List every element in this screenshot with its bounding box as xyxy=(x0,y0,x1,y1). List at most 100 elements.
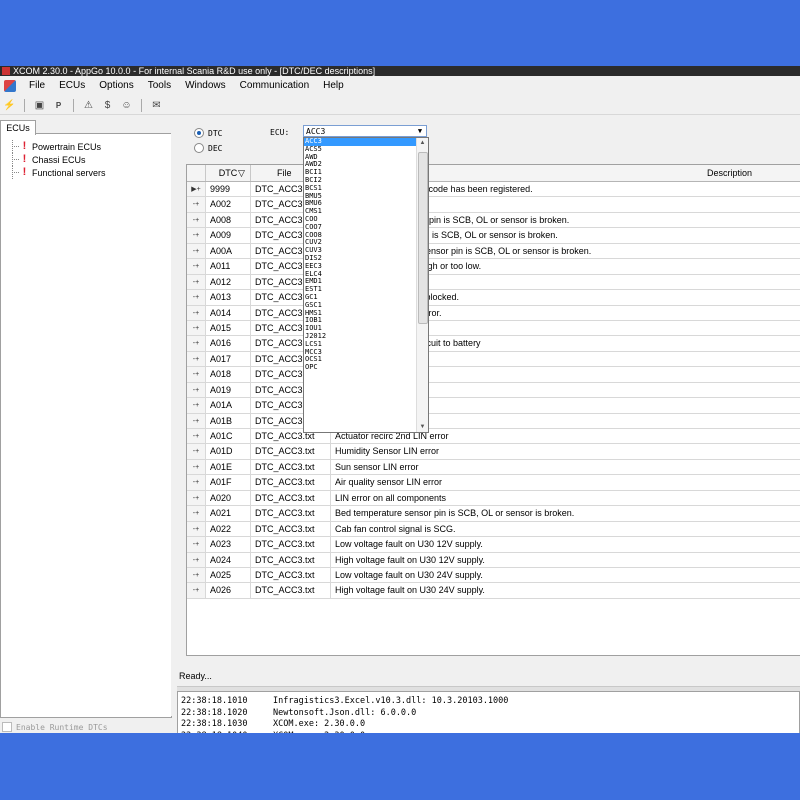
table-row[interactable]: -+A014DTC_ACC3.txtActuator is indicating… xyxy=(187,305,800,321)
row-expand-icon[interactable]: -+ xyxy=(187,552,206,567)
row-expand-icon[interactable]: -+ xyxy=(187,506,206,521)
table-row[interactable]: -+ A022 DTC_ACC3.txt Cab fan control signal… xyxy=(187,521,800,538)
row-expand-icon[interactable]: -+ xyxy=(187,444,206,459)
ecu-option[interactable]: OPC xyxy=(304,363,416,372)
table-row[interactable]: -+ A021 DTC_ACC3.txt Bed temperature sensor… xyxy=(187,506,800,522)
radio-dec-label: DEC xyxy=(208,143,223,153)
enable-runtime-checkbox[interactable] xyxy=(2,722,12,732)
filter-icon[interactable]: ▽ xyxy=(238,165,245,181)
row-expand-icon[interactable]: -+ xyxy=(187,475,206,490)
ecu-option[interactable]: EST1 xyxy=(304,285,416,294)
menu-windows[interactable]: Windows xyxy=(178,76,233,96)
row-expand-icon[interactable]: -+ xyxy=(187,212,206,228)
ecu-option[interactable]: OCS1 xyxy=(304,356,416,364)
table-row[interactable]: -+ A002 DTC_ACC3.txt xyxy=(187,197,800,213)
tree-item-functional-servers[interactable]: ! Functional servers xyxy=(9,166,106,179)
menu-tools[interactable]: Tools xyxy=(141,76,178,96)
table-row[interactable]: -+ A00A DTC_ACC3.txt Ambient temperature se… xyxy=(187,243,800,260)
current-row-icon[interactable]: ▶+ xyxy=(187,182,206,197)
row-expand-icon[interactable]: -+ xyxy=(187,583,206,598)
row-expand-icon[interactable]: -+ xyxy=(187,398,206,413)
row-expand-icon[interactable]: -+ xyxy=(187,413,206,428)
app-title-icon xyxy=(2,67,10,75)
row-expand-icon[interactable]: -+ xyxy=(187,228,206,243)
table-row[interactable]: -+ A020 DTC_ACC3.txt LIN error on all compo… xyxy=(187,490,800,507)
file-cell: DTC_ACC3.txt xyxy=(251,583,331,598)
menu-options[interactable]: Options xyxy=(92,76,140,96)
scroll-thumb[interactable] xyxy=(418,152,428,324)
radio-dtc[interactable]: DTC xyxy=(194,128,222,138)
row-expand-icon[interactable]: -+ xyxy=(187,305,206,320)
tree-item-chassi[interactable]: ! Chassi ECUs xyxy=(9,153,106,166)
radio-button-off[interactable] xyxy=(194,143,204,153)
table-row[interactable]: -+ A01E DTC_ACC3.txt Sun sensor LIN error xyxy=(187,459,800,476)
row-expand-icon[interactable]: -+ xyxy=(187,320,206,336)
row-expand-icon[interactable]: -+ xyxy=(187,537,206,552)
table-row[interactable]: -+A013DTC_ACC3.txtActuator mechanically … xyxy=(187,290,800,306)
table-row[interactable]: -+ A012 DTC_ACC3.txt xyxy=(187,274,800,291)
ecu-select[interactable]: ACC3 ▼ xyxy=(303,125,427,137)
row-expand-icon[interactable]: -+ xyxy=(187,351,206,367)
background-strip xyxy=(0,733,800,800)
row-expand-icon[interactable]: -+ xyxy=(187,243,206,259)
p-icon[interactable]: P xyxy=(52,99,65,112)
row-expand-icon[interactable]: -+ xyxy=(187,567,206,583)
radio-dec[interactable]: DEC xyxy=(194,143,222,153)
ecu-option[interactable]: CMS1 xyxy=(304,207,416,216)
row-expand-icon[interactable]: -+ xyxy=(187,274,206,290)
row-expand-icon[interactable]: -+ xyxy=(187,259,206,274)
menu-communication[interactable]: Communication xyxy=(233,76,316,96)
menu-ecus[interactable]: ECUs xyxy=(52,76,92,96)
table-row[interactable]: ▶+ 9999 DTC_ACC3.txt A LITE (Internal Event… xyxy=(187,182,800,198)
mail-icon[interactable]: ✉ xyxy=(150,99,163,112)
row-expand-icon[interactable]: -+ xyxy=(187,290,206,305)
table-row[interactable]: -+A019DTC_ACC3.txtActuator LIN error xyxy=(187,382,800,399)
table-row[interactable]: -+A01BDTC_ACC3.txtActuator LIN error xyxy=(187,413,800,429)
row-expand-icon[interactable]: -+ xyxy=(187,336,206,351)
ecu-selected-value: ACC3 xyxy=(306,127,326,136)
table-row[interactable]: -+ A026 DTC_ACC3.txt High voltage fault on … xyxy=(187,583,800,599)
tree-item-powertrain[interactable]: ! Powertrain ECUs xyxy=(9,140,106,153)
row-expand-icon[interactable]: -+ xyxy=(187,521,206,537)
table-row[interactable]: -+A018DTC_ACC3.txtActuator LIN error xyxy=(187,367,800,383)
row-expand-icon[interactable]: -+ xyxy=(187,367,206,382)
scroll-up-icon[interactable]: ▲ xyxy=(417,138,428,148)
table-row[interactable]: -+ A009 DTC_ACC3.txt Temperature sensor pin… xyxy=(187,228,800,244)
row-expand-icon[interactable]: -+ xyxy=(187,459,206,475)
table-row[interactable]: -+A011DTC_ACC3.txtSupply voltage is too … xyxy=(187,259,800,275)
table-row[interactable]: -+ A023 DTC_ACC3.txt Low voltage fault on U… xyxy=(187,537,800,553)
menu-help[interactable]: Help xyxy=(316,76,351,96)
table-row[interactable]: -+ A01C DTC_ACC3.txt Actuator recirc 2nd LI… xyxy=(187,429,800,445)
chevron-down-icon[interactable]: ▼ xyxy=(414,126,426,136)
smiley-icon[interactable]: ☺ xyxy=(120,99,133,112)
row-expand-icon[interactable]: -+ xyxy=(187,429,206,444)
radio-button-on[interactable] xyxy=(194,128,204,138)
table-row[interactable]: -+ A008 DTC_ACC3.txt Air temperature sensor… xyxy=(187,212,800,229)
ecu-option[interactable]: ACS5 xyxy=(304,145,416,154)
dropdown-scrollbar[interactable]: ▲ ▼ xyxy=(416,138,428,432)
table-row[interactable]: -+A017DTC_ACC3.txtActuator LIN error xyxy=(187,351,800,368)
tab-ecus[interactable]: ECUs xyxy=(0,120,36,135)
toolbar-separator xyxy=(24,98,25,112)
app-menu-icon[interactable] xyxy=(4,80,16,92)
ecu-dropdown-list[interactable]: ACC3 ACS5 AWD AWD2 BCI1 BCI2 BCS1 BMU5 BMU6 CMS1 C… xyxy=(303,137,429,433)
dollar-icon[interactable]: $ xyxy=(101,99,114,112)
alert-icon: ! xyxy=(22,140,27,152)
table-row[interactable]: -+ A025 DTC_ACC3.txt Low voltage fault on U… xyxy=(187,567,800,584)
alert-icon: ! xyxy=(22,166,27,178)
table-row[interactable]: -+ A024 DTC_ACC3.txt High voltage fault on … xyxy=(187,552,800,568)
lightning-icon[interactable]: ⚡ xyxy=(3,99,16,112)
row-expand-icon[interactable]: -+ xyxy=(187,197,206,212)
scroll-down-icon[interactable]: ▼ xyxy=(417,422,428,432)
table-row[interactable]: -+ A01D DTC_ACC3.txt Humidity Sensor LIN er… xyxy=(187,444,800,460)
table-row[interactable]: -+A015DTC_ACC3.txtActuator pin is SCB. xyxy=(187,320,800,337)
table-row[interactable]: -+ A01F DTC_ACC3.txt Air quality sensor LIN… xyxy=(187,475,800,491)
table-row[interactable]: -+ A01A DTC_ACC3.txt xyxy=(187,398,800,414)
save-icon[interactable]: ▣ xyxy=(33,99,46,112)
row-expand-icon[interactable]: -+ xyxy=(187,382,206,398)
row-expand-icon[interactable]: -+ xyxy=(187,490,206,506)
warning-icon[interactable]: ⚠ xyxy=(82,99,95,112)
enable-runtime-dtcs[interactable]: Enable Runtime DTCs xyxy=(2,722,108,732)
menu-file[interactable]: File xyxy=(22,76,52,96)
table-row[interactable]: -+A016DTC_ACC3.txtActuator pin is short … xyxy=(187,336,800,352)
